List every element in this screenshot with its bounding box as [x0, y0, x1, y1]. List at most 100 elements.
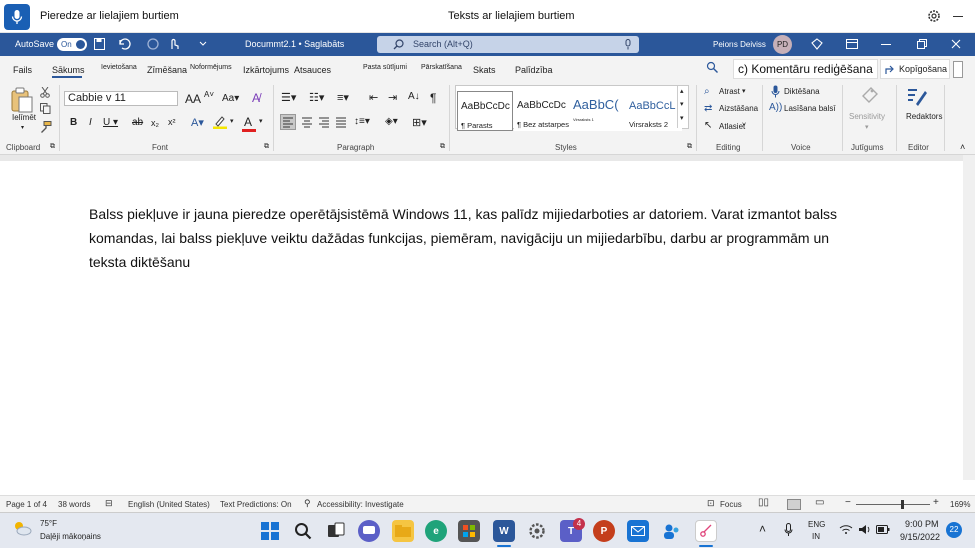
font-launcher-icon[interactable]: ⧉: [264, 143, 269, 151]
underline-icon[interactable]: U ▾: [103, 117, 118, 128]
styles-launcher-icon[interactable]: ⧉: [687, 143, 692, 151]
word-count[interactable]: 38 words: [58, 500, 90, 509]
tab-pasta-sutijumi[interactable]: Pasta sūtījumi: [363, 64, 407, 71]
minimize-icon[interactable]: [953, 16, 963, 17]
tab-zimesana[interactable]: Zīmēšana: [147, 65, 187, 75]
editor-button[interactable]: Redaktors: [906, 112, 942, 121]
zoom-slider-thumb[interactable]: [900, 500, 904, 509]
text-effects-icon[interactable]: A▾: [191, 116, 204, 129]
editor-icon[interactable]: [905, 84, 929, 108]
clock-date[interactable]: 9/15/2022: [900, 532, 940, 542]
avatar[interactable]: PD: [773, 35, 792, 54]
sensitivity-button[interactable]: Sensitivity: [849, 112, 885, 121]
align-right-icon[interactable]: [317, 115, 331, 129]
copy-icon[interactable]: [40, 103, 51, 114]
style-normal[interactable]: AaBbCcDc ¶ Parasts: [457, 91, 513, 131]
sensitivity-dropdown-icon[interactable]: ▾: [865, 123, 869, 131]
tab-parskatisana[interactable]: Pārskatīšana: [421, 64, 462, 71]
tab-ievietosana[interactable]: Ievietošana: [101, 64, 137, 71]
weather-description[interactable]: Daļēji mākoņains: [40, 532, 101, 541]
customize-toolbar-icon[interactable]: [199, 41, 207, 47]
bold-icon[interactable]: B: [70, 117, 77, 128]
read-aloud-button[interactable]: Lasīšana balsī: [784, 104, 836, 113]
accessibility-status[interactable]: Accessibility: Investigate: [317, 500, 404, 509]
editing-mode-dropdown[interactable]: c) Komentāru rediģēšana: [733, 59, 878, 79]
settings-taskbar-icon[interactable]: [526, 520, 548, 542]
justify-icon[interactable]: [334, 115, 348, 129]
decrease-indent-icon[interactable]: ⇤: [369, 91, 378, 104]
edge-icon[interactable]: e: [425, 520, 447, 542]
comments-icon[interactable]: [953, 61, 963, 78]
share-button[interactable]: Kopīgošana: [880, 59, 950, 79]
styles-scroll[interactable]: ▴ ▾ ▾: [677, 86, 689, 128]
undo-icon[interactable]: [117, 37, 133, 51]
shrink-font-icon[interactable]: A˅: [204, 90, 214, 99]
select-icon[interactable]: ↖: [704, 120, 712, 131]
tab-izkartojums[interactable]: Izkārtojums: [243, 65, 289, 75]
diamond-icon[interactable]: [811, 38, 823, 50]
find-icon[interactable]: ⌕: [704, 86, 710, 97]
document-paragraph[interactable]: Balss piekļuve ir jauna pieredze operētā…: [89, 202, 849, 274]
powerpoint-icon[interactable]: P: [593, 520, 615, 542]
read-mode-icon[interactable]: ▯▯: [758, 497, 769, 508]
paste-button[interactable]: [10, 87, 34, 113]
web-layout-icon[interactable]: ▭: [815, 497, 824, 508]
font-name-box[interactable]: Cabbie v 11: [64, 91, 178, 106]
line-spacing-icon[interactable]: ↕≡▾: [354, 116, 370, 127]
start-icon[interactable]: [259, 520, 281, 542]
search-mic-icon[interactable]: [624, 39, 632, 50]
clipboard-launcher-icon[interactable]: ⧉: [50, 143, 55, 151]
snipping-tool-icon[interactable]: [695, 520, 717, 542]
ribbon-display-icon[interactable]: [846, 39, 858, 49]
change-case-icon[interactable]: Aa▾: [222, 93, 239, 104]
superscript-icon[interactable]: x²: [168, 117, 176, 127]
language-status[interactable]: English (United States): [128, 500, 210, 509]
numbering-icon[interactable]: ☷▾: [309, 91, 324, 104]
zoom-in-icon[interactable]: +: [933, 497, 939, 508]
show-marks-icon[interactable]: ¶: [430, 91, 436, 105]
italic-icon[interactable]: I: [89, 117, 92, 128]
zoom-out-icon[interactable]: −: [845, 497, 851, 508]
mail-icon[interactable]: [627, 520, 649, 542]
redo-icon[interactable]: [146, 37, 160, 51]
print-layout-icon[interactable]: [787, 499, 801, 510]
word-taskbar-icon[interactable]: W: [493, 520, 515, 542]
zoom-slider[interactable]: [856, 504, 930, 505]
replace-button[interactable]: Aizstāšana: [719, 104, 758, 113]
language-indicator-bottom[interactable]: IN: [812, 532, 820, 541]
settings-gear-icon[interactable]: [926, 8, 942, 24]
highlight-dropdown-icon[interactable]: ▾: [230, 117, 234, 125]
vertical-scrollbar[interactable]: [963, 155, 975, 480]
increase-indent-icon[interactable]: ⇥: [388, 91, 397, 104]
notification-badge[interactable]: 22: [946, 522, 962, 538]
proofing-icon[interactable]: ⊟: [105, 498, 113, 509]
document-title[interactable]: Docummt2.1 • Saglabāts: [245, 39, 344, 49]
people-icon[interactable]: [661, 520, 683, 542]
replace-icon[interactable]: ⇄: [704, 103, 712, 114]
touch-mode-icon[interactable]: [167, 37, 181, 51]
close-window-icon[interactable]: [951, 39, 961, 49]
highlight-icon[interactable]: [213, 116, 227, 129]
weather-temperature[interactable]: 75°F: [40, 519, 57, 528]
tab-palidziba[interactable]: Palīdzība: [515, 65, 553, 75]
zoom-level[interactable]: 169%: [950, 500, 970, 509]
clear-formatting-icon[interactable]: A̸: [252, 91, 260, 105]
chat-icon[interactable]: [358, 520, 380, 542]
borders-icon[interactable]: ⊞▾: [412, 116, 427, 129]
voice-mic-button[interactable]: [4, 4, 30, 30]
autosave-toggle[interactable]: On: [57, 38, 87, 51]
paste-dropdown-icon[interactable]: ▾: [21, 124, 24, 131]
focus-button[interactable]: Focus: [720, 500, 742, 509]
language-indicator-top[interactable]: ENG: [808, 520, 825, 529]
battery-icon[interactable]: [876, 525, 890, 534]
sensitivity-icon[interactable]: [859, 84, 881, 106]
paste-label[interactable]: Ielīmēt: [12, 113, 36, 122]
dictate-button[interactable]: Diktēšana: [784, 87, 820, 96]
tab-atsauces[interactable]: Atsauces: [294, 65, 331, 75]
multilevel-list-icon[interactable]: ≡▾: [337, 91, 349, 104]
save-icon[interactable]: [94, 38, 105, 50]
select-dropdown-icon[interactable]: ˅: [742, 122, 746, 129]
tab-noformejums[interactable]: Noformējums: [190, 64, 232, 71]
minimize-window-icon[interactable]: [881, 44, 891, 45]
file-explorer-icon[interactable]: [392, 520, 414, 542]
